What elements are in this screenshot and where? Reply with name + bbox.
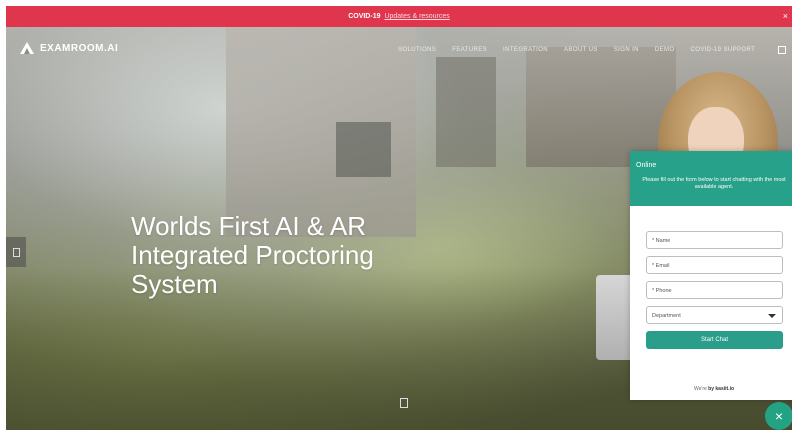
- logo-icon: [20, 42, 34, 54]
- department-select[interactable]: Department: [646, 306, 783, 324]
- background-building: [436, 57, 496, 167]
- nav-item-sign-in[interactable]: SIGN IN: [614, 47, 639, 53]
- name-field[interactable]: * Name: [646, 231, 783, 249]
- slider-indicator-icon[interactable]: [400, 398, 408, 408]
- hero-title-line: Worlds First AI & AR: [131, 211, 367, 241]
- chat-header: Online Please fill out the form below to…: [630, 151, 792, 206]
- email-field[interactable]: * Email: [646, 256, 783, 274]
- department-select-value: Department: [652, 313, 681, 319]
- powered-by: We're by kasiit.io: [630, 386, 792, 392]
- powered-prefix: We're: [693, 386, 709, 392]
- menu-toggle-icon[interactable]: [778, 46, 786, 54]
- top-navigation: EXAMROOM.AI SOLUTIONS FEATURES INTEGRATI…: [6, 27, 792, 71]
- hero-title: Worlds First AI & AR Integrated Proctori…: [131, 212, 374, 299]
- chat-widget: Online Please fill out the form below to…: [630, 151, 792, 400]
- chat-form: * Name * Email * Phone Department Start …: [646, 231, 783, 349]
- chat-intro-message: Please fill out the form below to start …: [642, 177, 786, 190]
- hero-title-line: System: [131, 269, 218, 299]
- slider-prev-button[interactable]: [6, 237, 26, 267]
- nav-item-features[interactable]: FEATURES: [452, 47, 487, 53]
- start-chat-button[interactable]: Start Chat: [646, 331, 783, 349]
- powered-brand-link[interactable]: by kasiit.io: [708, 386, 734, 392]
- phone-field[interactable]: * Phone: [646, 281, 783, 299]
- background-window: [336, 122, 391, 177]
- chevron-down-icon: [768, 314, 776, 318]
- chat-status: Online: [636, 162, 657, 169]
- prev-arrow-icon: [13, 248, 20, 257]
- nav-item-about-us[interactable]: ABOUT US: [564, 47, 598, 53]
- site-logo[interactable]: EXAMROOM.AI: [20, 42, 118, 54]
- main-menu: SOLUTIONS FEATURES INTEGRATION ABOUT US …: [398, 47, 755, 53]
- banner-close-icon[interactable]: ×: [783, 6, 788, 27]
- nav-item-integration[interactable]: INTEGRATION: [503, 47, 548, 53]
- banner-link[interactable]: Updates & resources: [384, 13, 449, 20]
- hero-title-line: Integrated Proctoring: [131, 240, 374, 270]
- nav-item-covid-support[interactable]: COVID-19 SUPPORT: [691, 47, 756, 53]
- covid-banner: COVID-19 Updates & resources ×: [6, 6, 792, 27]
- page-frame: COVID-19 Updates & resources × EXAMROOM.…: [6, 6, 792, 430]
- nav-item-demo[interactable]: DEMO: [655, 47, 675, 53]
- nav-item-solutions[interactable]: SOLUTIONS: [398, 47, 436, 53]
- logo-text: EXAMROOM.AI: [40, 42, 119, 54]
- chat-close-button[interactable]: ×: [765, 402, 792, 430]
- banner-bold-text: COVID-19: [348, 13, 381, 20]
